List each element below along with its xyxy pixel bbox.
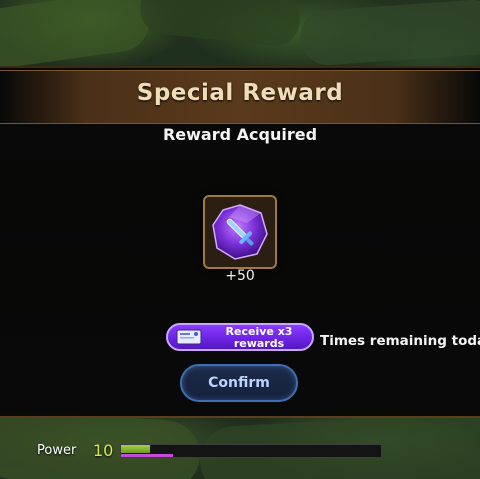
times-remaining-label: Times remaining today： <box>320 333 480 349</box>
sword-gem-icon <box>212 204 268 260</box>
ticket-icon <box>176 329 202 345</box>
receive-button-label: Receive x3 rewards <box>225 325 293 350</box>
dialog-subtitle: Reward Acquired <box>162 125 318 144</box>
confirm-button[interactable]: Confirm <box>180 364 298 402</box>
reward-amount: +50 <box>225 268 255 284</box>
reward-item-slot[interactable] <box>203 195 277 269</box>
receive-x3-rewards-button[interactable]: Receive x3 rewards <box>166 323 314 351</box>
power-progress-fill <box>121 445 150 453</box>
dialog-title: Special Reward <box>136 80 344 106</box>
power-value: 10 <box>93 441 114 460</box>
power-secondary-fill <box>121 454 173 457</box>
power-progress-track <box>120 444 382 458</box>
power-label: Power <box>37 443 77 458</box>
